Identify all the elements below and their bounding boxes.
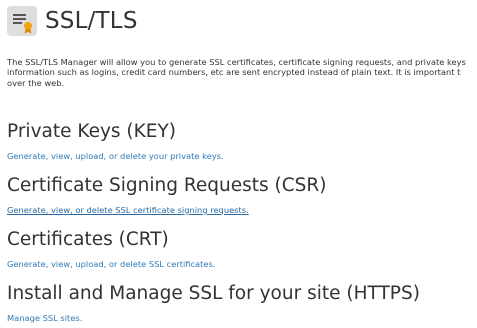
intro-line: The SSL/TLS Manager will allow you to ge… <box>7 57 466 67</box>
section-title-csr: Certificate Signing Requests (CSR) <box>7 175 327 196</box>
certificate-document-icon <box>7 6 37 36</box>
section-title-private-keys: Private Keys (KEY) <box>7 121 176 142</box>
section-title-certificates: Certificates (CRT) <box>7 229 169 250</box>
section-csr: Certificate Signing Requests (CSR) Gener… <box>7 174 472 217</box>
link-manage-ssl-sites[interactable]: Manage SSL sites. <box>7 313 82 324</box>
link-certificates[interactable]: Generate, view, upload, or delete SSL ce… <box>7 259 215 270</box>
intro-line: over the web. <box>7 77 65 88</box>
section-install-manage-ssl: Install and Manage SSL for your site (HT… <box>7 282 472 325</box>
section-private-keys: Private Keys (KEY) Generate, view, uploa… <box>7 120 472 163</box>
section-certificates: Certificates (CRT) Generate, view, uploa… <box>7 228 472 271</box>
page-title: SSL/TLS <box>45 8 138 34</box>
intro-text: The SSL/TLS Manager will allow you to ge… <box>7 57 477 88</box>
link-csr[interactable]: Generate, view, or delete SSL certificat… <box>7 205 249 216</box>
page-header: SSL/TLS <box>7 3 138 39</box>
intro-line: information such as logins, credit card … <box>7 67 461 78</box>
link-private-keys[interactable]: Generate, view, upload, or delete your p… <box>7 151 224 162</box>
section-title-install-manage-ssl: Install and Manage SSL for your site (HT… <box>7 283 420 304</box>
